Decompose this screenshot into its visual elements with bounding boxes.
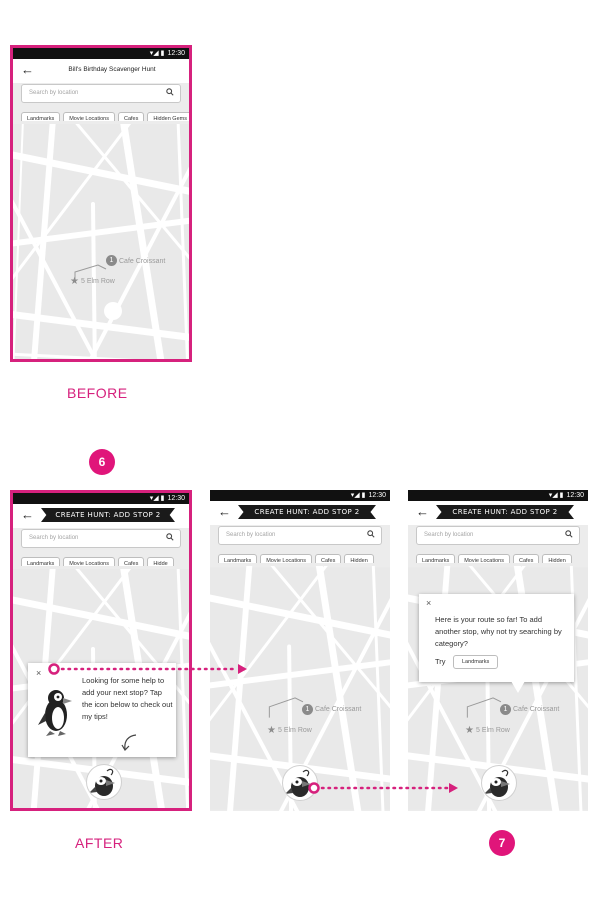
chip-cafes[interactable]: Cafes	[117, 112, 145, 121]
search-icon[interactable]	[166, 533, 174, 541]
after-phone-route-screen: ▾◢ ▮ 12:30 ← CREATE HUNT: ADD STOP 2 Sear…	[408, 490, 588, 811]
puffin-icon	[484, 769, 510, 797]
tip-popup: × Looking for some help to add your next…	[28, 663, 176, 757]
search-icon[interactable]	[565, 530, 573, 538]
search-input[interactable]: Search by location	[416, 526, 580, 545]
page-title-banner: CREATE HUNT: ADD STOP 2	[41, 508, 175, 522]
search-input[interactable]: Search by location	[21, 529, 181, 548]
signal-battery-icon: ▾◢ ▮	[548, 492, 564, 499]
app-bar: ← CREATE HUNT: ADD STOP 2	[13, 504, 189, 528]
cafe-label: Cafe Croissant	[315, 706, 362, 713]
chip-landmarks[interactable]: Landmarks	[21, 557, 61, 566]
cafe-label: Cafe Croissant	[119, 258, 166, 265]
chip-cafes[interactable]: Cafes	[117, 557, 145, 566]
search-icon[interactable]	[166, 88, 174, 96]
tip-message: Looking for some help to add your next s…	[82, 676, 173, 721]
category-chips: Landmarks Movie Locations Cafes Hidden	[218, 549, 390, 563]
back-arrow-icon[interactable]: ←	[21, 63, 34, 77]
chip-landmarks[interactable]: Landmarks	[21, 112, 61, 121]
signal-battery-icon: ▾◢ ▮	[350, 492, 366, 499]
close-icon[interactable]: ×	[36, 669, 41, 678]
stop-pin-1[interactable]: 1	[500, 704, 511, 715]
step-badge-6: 6	[89, 449, 115, 475]
chip-movie-locations[interactable]: Movie Locations	[63, 112, 115, 121]
back-arrow-icon[interactable]: ←	[416, 505, 429, 519]
back-arrow-icon[interactable]: ←	[21, 508, 34, 522]
chip-hidden-gems[interactable]: Hidden Gems	[147, 112, 189, 121]
chip-cafes[interactable]: Cafes	[512, 554, 540, 563]
search-input[interactable]: Search by location	[218, 526, 382, 545]
search-icon[interactable]	[367, 530, 375, 538]
status-time: 12:30	[167, 495, 185, 502]
chip-landmarks[interactable]: Landmarks	[218, 554, 258, 563]
chip-landmarks[interactable]: Landmarks	[416, 554, 456, 563]
start-star-icon: ★	[465, 725, 474, 736]
street-map	[13, 124, 189, 359]
category-chips: Landmarks Movie Locations Cafes Hidden Gems	[21, 107, 189, 121]
start-star-icon: ★	[267, 725, 276, 736]
app-bar: ← CREATE HUNT: ADD STOP 2	[210, 501, 390, 525]
stop-pin-1[interactable]: 1	[106, 255, 117, 266]
mascot-help-button[interactable]	[283, 766, 317, 800]
start-address-label: 5 Elm Row	[278, 727, 312, 734]
app-bar: ← CREATE HUNT: ADD STOP 2	[408, 501, 588, 525]
search-placeholder: Search by location	[424, 532, 474, 538]
app-bar: ← Bill's Birthday Scavenger Hunt	[13, 59, 189, 83]
chip-movie-locations[interactable]: Movie Locations	[63, 557, 115, 566]
curved-arrow-icon	[121, 734, 137, 751]
chip-hidden-gems[interactable]: Hidden	[344, 554, 374, 563]
status-bar: ▾◢ ▮ 12:30	[13, 493, 189, 504]
start-address-label: 5 Elm Row	[81, 278, 115, 285]
mascot-help-button[interactable]	[482, 766, 516, 800]
stop-pin-1[interactable]: 1	[302, 704, 313, 715]
after-phone-tip-screen: ▾◢ ▮ 12:30 ← CREATE HUNT: ADD STOP 2 Sear…	[10, 490, 192, 811]
chip-cafes[interactable]: Cafes	[314, 554, 342, 563]
cafe-label: Cafe Croissant	[513, 706, 560, 713]
mascot-help-button[interactable]	[87, 765, 121, 799]
start-address-label: 5 Elm Row	[476, 727, 510, 734]
try-chip-landmarks[interactable]: Landmarks	[453, 655, 499, 669]
puffin-icon	[89, 768, 115, 796]
status-bar: ▾◢ ▮ 12:30	[210, 490, 390, 501]
search-placeholder: Search by location	[226, 532, 276, 538]
start-star-icon: ★	[70, 276, 79, 287]
signal-battery-icon: ▾◢ ▮	[149, 495, 165, 502]
try-label: Try	[435, 657, 446, 666]
back-arrow-icon[interactable]: ←	[218, 505, 231, 519]
close-icon[interactable]: ×	[426, 599, 431, 608]
puffin-icon	[285, 769, 311, 797]
chip-movie-locations[interactable]: Movie Locations	[260, 554, 312, 563]
status-bar: ▾◢ ▮ 12:30	[13, 48, 189, 59]
search-placeholder: Search by location	[29, 90, 79, 96]
signal-battery-icon: ▾◢ ▮	[149, 50, 165, 57]
page-title: Bill's Birthday Scavenger Hunt	[68, 66, 156, 73]
page-title-banner: CREATE HUNT: ADD STOP 2	[238, 505, 376, 519]
status-time: 12:30	[566, 492, 584, 499]
chip-movie-locations[interactable]: Movie Locations	[458, 554, 510, 563]
map-area[interactable]: 1 Cafe Croissant ★ 5 Elm Row	[13, 124, 189, 359]
page-title-banner: CREATE HUNT: ADD STOP 2	[436, 505, 574, 519]
category-chips: Landmarks Movie Locations Cafes Hidden	[416, 549, 588, 563]
route-popup: × Here is your route so far! To add anot…	[419, 594, 574, 693]
after-caption: AFTER	[75, 835, 124, 851]
before-caption: BEFORE	[67, 385, 128, 401]
popup-pointer	[511, 681, 525, 693]
step-badge-7: 7	[489, 830, 515, 856]
status-time: 12:30	[368, 492, 386, 499]
search-input[interactable]: Search by location	[21, 84, 181, 103]
status-time: 12:30	[167, 50, 185, 57]
before-phone-screen: ▾◢ ▮ 12:30 ← Bill's Birthday Scavenger Hu…	[10, 45, 192, 362]
category-chips: Landmarks Movie Locations Cafes Hidde	[21, 552, 189, 566]
search-placeholder: Search by location	[29, 535, 79, 541]
chip-hidden-gems[interactable]: Hidden	[542, 554, 572, 563]
route-message: Here is your route so far! To add anothe…	[435, 615, 562, 648]
puffin-mascot-icon	[38, 690, 72, 736]
status-bar: ▾◢ ▮ 12:30	[408, 490, 588, 501]
after-phone-map-screen: ▾◢ ▮ 12:30 ← CREATE HUNT: ADD STOP 2 Sear…	[210, 490, 390, 811]
chip-hidden-gems[interactable]: Hidde	[147, 557, 174, 566]
